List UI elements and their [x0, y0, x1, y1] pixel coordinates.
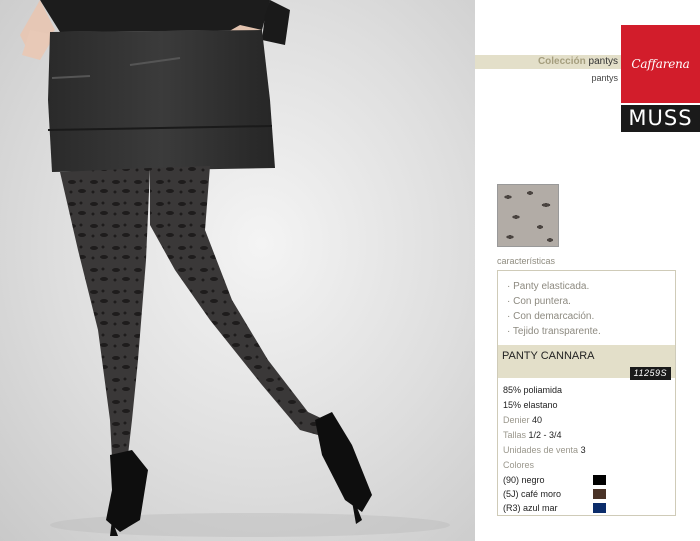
fabric-swatch	[497, 184, 559, 247]
color-label: (5J) café moro	[503, 489, 562, 499]
units-value: 3	[580, 445, 586, 455]
units-row: Unidades de venta 3	[503, 443, 586, 458]
color-label: (R3) azul mar	[503, 503, 558, 513]
model-illustration	[20, 0, 450, 537]
color-list: (90) negro (5J) café moro (R3) azul mar	[503, 473, 673, 515]
caffarena-logo: Caffarena	[621, 25, 700, 103]
features-label: características	[497, 256, 556, 266]
denier-label: Denier	[503, 415, 530, 425]
caffarena-logo-text: Caffarena	[631, 57, 690, 71]
muss-logo: MUSS	[621, 105, 700, 132]
sizes-row: Tallas 1/2 - 3/4	[503, 428, 586, 443]
product-card: · Panty elasticada. · Con puntera. · Con…	[497, 270, 676, 516]
product-name: PANTY CANNARA	[502, 350, 595, 362]
denier-value: 40	[532, 415, 543, 425]
collection-subtitle: pantys	[591, 73, 618, 83]
product-specs: 85% poliamida 15% elastano Denier 40 Tal…	[503, 383, 586, 473]
muss-logo-text: MUSS	[628, 106, 693, 130]
color-chip-negro	[593, 475, 606, 485]
color-option-azul-mar: (R3) azul mar	[503, 501, 673, 515]
collection-suffix: pantys	[588, 56, 618, 67]
feature-item: · Panty elasticada.	[507, 281, 590, 292]
sizes-value: 1/2 - 3/4	[528, 430, 562, 440]
collection-bar: Colección pantys	[475, 55, 621, 69]
composition-2: 15% elastano	[503, 400, 558, 410]
color-chip-azul-mar	[593, 503, 606, 513]
composition-1: 85% poliamida	[503, 385, 563, 395]
collection-prefix: Colección	[537, 56, 586, 67]
feature-item: · Tejido transparente.	[507, 326, 601, 337]
color-option-cafe-moro: (5J) café moro	[503, 487, 673, 501]
product-code: 11259S	[629, 367, 671, 380]
feature-item: · Con puntera.	[507, 296, 571, 307]
colors-label: Colores	[503, 460, 535, 470]
denier-row: Denier 40	[503, 413, 586, 428]
sizes-label: Tallas	[503, 430, 527, 440]
product-photo	[0, 0, 475, 541]
color-chip-cafe-moro	[593, 489, 606, 499]
product-name-bar: PANTY CANNARA 11259S	[498, 345, 675, 380]
feature-item: · Con demarcación.	[507, 311, 595, 322]
catalog-panel: Colección pantys pantys Caffarena MUSS c…	[475, 0, 700, 541]
features-list: · Panty elasticada. · Con puntera. · Con…	[498, 271, 675, 339]
collection-title: Colección pantys	[538, 56, 621, 67]
color-option-negro: (90) negro	[503, 473, 673, 487]
units-label: Unidades de venta	[503, 445, 579, 455]
color-label: (90) negro	[503, 475, 545, 485]
